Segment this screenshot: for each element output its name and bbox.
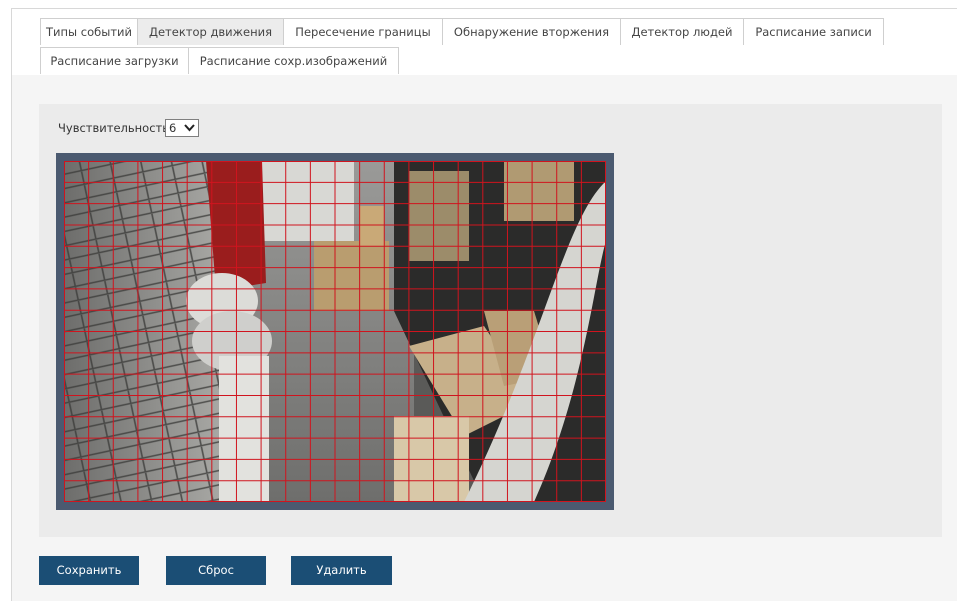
sensitivity-label: Чувствительность — [58, 121, 169, 135]
tab-snapshot-schedule[interactable]: Расписание сохр.изображений — [188, 47, 399, 74]
tab-motion-detector[interactable]: Детектор движения — [137, 18, 284, 45]
sensitivity-value: 6 — [169, 121, 177, 135]
camera-image[interactable] — [64, 161, 606, 502]
tab-event-types[interactable]: Типы событий — [40, 18, 138, 45]
boxes-middle — [314, 241, 389, 311]
back-wall — [254, 161, 354, 241]
sensitivity-select[interactable]: 6 — [165, 119, 199, 137]
chevron-down-icon — [184, 124, 195, 132]
tab-row-1: Типы событий Детектор движения Пересечен… — [40, 18, 884, 45]
reset-button[interactable]: Сброс — [166, 556, 266, 585]
camera-preview[interactable] — [56, 153, 614, 510]
tab-intrusion-detection[interactable]: Обнаружение вторжения — [442, 18, 621, 45]
box-small — [359, 206, 384, 246]
shelf-items-2 — [504, 161, 574, 221]
shelf-items-1 — [409, 171, 469, 261]
tab-record-schedule[interactable]: Расписание записи — [743, 18, 884, 45]
tab-line-crossing[interactable]: Пересечение границы — [283, 18, 443, 45]
tab-human-detector[interactable]: Детектор людей — [620, 18, 744, 45]
save-button[interactable]: Сохранить — [39, 556, 139, 585]
tab-upload-schedule[interactable]: Расписание загрузки — [40, 47, 189, 74]
tab-row-2: Расписание загрузки Расписание сохр.изоб… — [40, 47, 399, 74]
delete-button[interactable]: Удалить — [291, 556, 392, 585]
